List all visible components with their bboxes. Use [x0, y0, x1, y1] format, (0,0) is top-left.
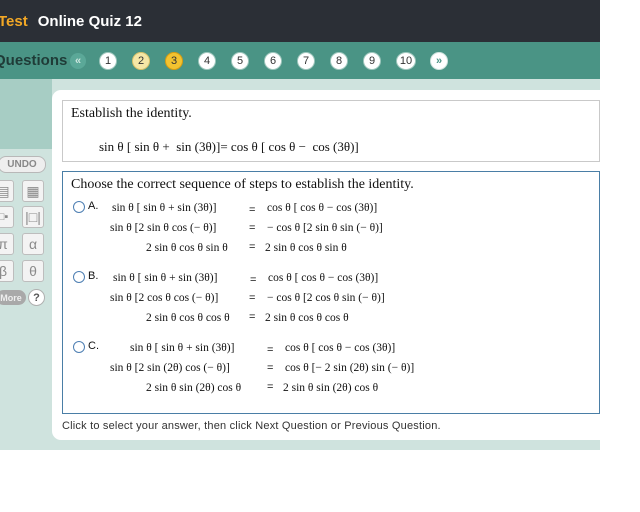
option-a-step1-left: sin θ [ sin θ + sin (3θ)]: [112, 202, 217, 214]
double-chevron-left-icon[interactable]: «: [70, 52, 86, 69]
option-b-step3-left: 2 sin θ cos θ cos θ: [146, 312, 230, 324]
questions-label: Questions: [0, 52, 68, 69]
double-chevron-right-icon[interactable]: »: [430, 51, 448, 70]
footer-instructions: Click to select your answer, then click …: [62, 420, 441, 432]
questions-nav-bar: Questions « 1 2 3 4 5 6 7 8 9 10 »: [0, 42, 600, 79]
title-bar: Test Online Quiz 12: [0, 0, 600, 42]
toolbar-band: [0, 79, 52, 149]
option-c-step2-eq: =: [267, 362, 274, 374]
choices-heading: Choose the correct sequence of steps to …: [71, 177, 414, 192]
option-a[interactable]: A. sin θ [ sin θ + sin (3θ)] = cos θ [ c…: [73, 200, 593, 261]
answer-choices: Choose the correct sequence of steps to …: [62, 171, 600, 414]
identity-expression: sin θ [ sin θ + sin (3θ)]= cos θ [ cos θ…: [99, 139, 359, 154]
question-6-button[interactable]: 6: [264, 51, 282, 70]
question-2-button[interactable]: 2: [132, 51, 150, 70]
option-a-step2-eq: =: [249, 222, 256, 234]
fraction-template-icon[interactable]: ▤: [0, 180, 14, 202]
question-7-button[interactable]: 7: [297, 51, 315, 70]
option-b-step2-eq: =: [249, 292, 256, 304]
option-c[interactable]: C. sin θ [ sin θ + sin (3θ)] = cos θ [ c…: [73, 340, 593, 401]
option-b-letter: B.: [88, 270, 99, 282]
option-a-step1-eq: =: [249, 204, 256, 216]
option-c-step3-eq: =: [267, 381, 274, 393]
option-b-step3-right: 2 sin θ cos θ cos θ: [265, 312, 349, 324]
beta-symbol-button[interactable]: β: [0, 260, 14, 282]
question-8-button[interactable]: 8: [330, 51, 348, 70]
option-a-step3-eq: =: [249, 241, 256, 253]
undo-button[interactable]: UNDO: [0, 156, 46, 173]
option-c-step3-right: 2 sin θ sin (2θ) cos θ: [283, 382, 379, 394]
pi-symbol-button[interactable]: π: [0, 233, 14, 255]
question-10-button[interactable]: 10: [396, 51, 416, 70]
radio-option-a[interactable]: [73, 201, 85, 213]
option-a-step2-left: sin θ [2 sin θ cos (− θ)]: [110, 222, 217, 234]
question-3-button[interactable]: 3: [165, 51, 183, 70]
absolute-value-icon[interactable]: |□|: [22, 206, 44, 228]
help-button[interactable]: ?: [28, 289, 45, 306]
question-5-button[interactable]: 5: [231, 51, 249, 70]
theta-symbol-button[interactable]: θ: [22, 260, 44, 282]
quiz-title: Online Quiz 12: [37, 12, 142, 30]
option-c-letter: C.: [88, 340, 99, 352]
option-a-step1-right: cos θ [ cos θ − cos (3θ)]: [267, 202, 378, 214]
mixed-number-icon[interactable]: ▦: [22, 180, 44, 202]
option-b-step2-left: sin θ [2 cos θ cos (− θ)]: [110, 292, 219, 304]
question-4-button[interactable]: 4: [198, 51, 216, 70]
option-c-step1-eq: =: [267, 344, 274, 356]
alpha-symbol-button[interactable]: α: [22, 233, 44, 255]
option-a-step3-right: 2 sin θ cos θ sin θ: [265, 242, 347, 254]
option-c-step1-left: sin θ [ sin θ + sin (3θ)]: [130, 342, 235, 354]
question-1-button[interactable]: 1: [99, 51, 117, 70]
question-9-button[interactable]: 9: [363, 51, 381, 70]
prompt-instruction: Establish the identity.: [71, 106, 192, 121]
test-label: Test: [0, 12, 28, 30]
option-b-step3-eq: =: [249, 311, 256, 323]
option-a-step2-right: − cos θ [2 sin θ sin (− θ)]: [267, 222, 383, 234]
option-b-step1-left: sin θ [ sin θ + sin (3θ)]: [113, 272, 218, 284]
prompt-box: Establish the identity. sin θ [ sin θ + …: [62, 100, 600, 162]
option-c-step2-right: cos θ [− 2 sin (2θ) sin (− θ)]: [285, 362, 415, 374]
option-c-step2-left: sin θ [2 sin (2θ) cos (− θ)]: [110, 362, 230, 374]
option-a-letter: A.: [88, 200, 99, 212]
option-b[interactable]: B. sin θ [ sin θ + sin (3θ)] = cos θ [ c…: [73, 270, 593, 331]
option-a-step3-left: 2 sin θ cos θ sin θ: [146, 242, 228, 254]
radio-option-c[interactable]: [73, 341, 85, 353]
exponent-icon[interactable]: □▪: [0, 206, 14, 228]
more-button[interactable]: More: [0, 290, 26, 305]
option-b-step1-right: cos θ [ cos θ − cos (3θ)]: [268, 272, 379, 284]
option-c-step3-left: 2 sin θ sin (2θ) cos θ: [146, 382, 242, 394]
option-b-step1-eq: =: [250, 274, 257, 286]
radio-option-b[interactable]: [73, 271, 85, 283]
option-b-step2-right: − cos θ [2 cos θ sin (− θ)]: [267, 292, 385, 304]
option-c-step1-right: cos θ [ cos θ − cos (3θ)]: [285, 342, 396, 354]
